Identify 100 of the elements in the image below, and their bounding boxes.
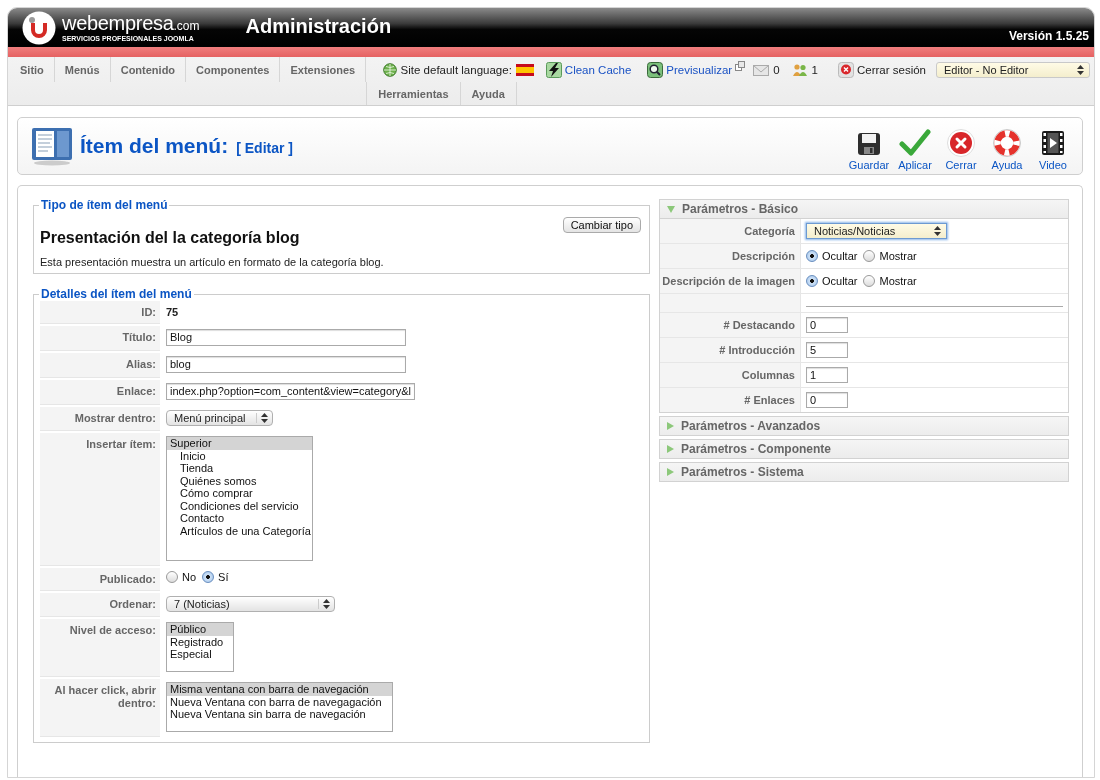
version-label: Versión 1.5.25 bbox=[1008, 29, 1089, 43]
list-option[interactable]: Misma ventana con barra de navegación bbox=[167, 683, 392, 696]
editor-select[interactable]: Editor - No Editor bbox=[936, 61, 1090, 78]
field-label: Mostrar dentro: bbox=[40, 407, 160, 431]
clean-cache-link[interactable]: Clean Cache bbox=[545, 61, 632, 78]
list-option[interactable]: Quiénes somos bbox=[167, 474, 312, 487]
message-count: 0 bbox=[773, 63, 780, 76]
close-icon bbox=[947, 129, 975, 157]
check-icon bbox=[899, 129, 931, 157]
menu-item[interactable]: Contenido bbox=[110, 57, 187, 82]
list-option[interactable]: Contacto bbox=[167, 512, 312, 525]
parameter-label: # Enlaces bbox=[660, 388, 801, 412]
list-option[interactable]: Público bbox=[167, 623, 234, 636]
list-option[interactable]: Cómo comprar bbox=[167, 487, 312, 500]
list-option[interactable]: Nueva Ventana con barra de navegagación bbox=[167, 695, 392, 708]
toolbar-button[interactable]: Cerrar bbox=[939, 127, 983, 171]
text-field[interactable]: 1 bbox=[806, 367, 848, 383]
dropdown[interactable]: Menú principal bbox=[166, 410, 273, 426]
menu-document-icon bbox=[30, 126, 74, 166]
radio-label: Ocultar bbox=[822, 275, 858, 287]
field-label: Ordenar: bbox=[40, 593, 160, 617]
envelope-icon bbox=[753, 62, 770, 77]
online-users-count: 1 bbox=[811, 63, 818, 76]
list-option[interactable]: Artículos de una Categoría bbox=[167, 524, 312, 537]
caret-icon bbox=[1077, 64, 1084, 75]
dropdown[interactable]: Noticias/Noticias bbox=[806, 223, 947, 239]
radio-label: No bbox=[182, 571, 197, 583]
text-field[interactable]: blog bbox=[166, 356, 406, 373]
lifebuoy-icon bbox=[993, 129, 1021, 157]
menu-item[interactable]: Ayuda bbox=[460, 82, 517, 105]
logo-icon bbox=[22, 10, 56, 45]
menu-item[interactable]: Menús bbox=[54, 57, 111, 82]
layout-title: Presentación del la categoría blog bbox=[40, 229, 300, 247]
list-box[interactable]: Superior Inicio Tienda Quiénes somos Cómo comprar Condiciones del servicio Contacto Artículos de una Categoría bbox=[166, 436, 313, 561]
field-label: Título: bbox=[40, 326, 160, 351]
text-field[interactable]: 5 bbox=[806, 342, 848, 358]
list-option[interactable]: Registrado bbox=[167, 635, 234, 648]
logo-text: webempresa bbox=[62, 13, 174, 33]
flag-icon bbox=[515, 63, 534, 76]
magnifier-icon bbox=[647, 61, 664, 78]
list-option[interactable]: Especial bbox=[167, 648, 234, 661]
field-label: Publicado: bbox=[40, 568, 160, 591]
preview-link[interactable]: Previsualizar bbox=[647, 61, 746, 78]
radio-button[interactable] bbox=[863, 250, 876, 262]
section-legend: Detalles del ítem del menú bbox=[39, 287, 194, 301]
radio-label: Ocultar bbox=[822, 250, 858, 262]
bolt-icon bbox=[545, 61, 562, 78]
menu-item[interactable]: Componentes bbox=[186, 57, 281, 82]
change-type-button[interactable]: Cambiar tipo bbox=[562, 217, 641, 233]
film-icon bbox=[1039, 129, 1067, 157]
accordion-header[interactable]: Parámetros - Básico bbox=[660, 200, 1068, 218]
parameter-label: Categoría bbox=[660, 219, 801, 243]
toolbar-button[interactable]: Video bbox=[1031, 127, 1075, 171]
layout-description: Esta presentación muestra un artículo en formato de la categoría blog. bbox=[40, 256, 385, 269]
menu-item[interactable]: Herramientas bbox=[367, 82, 461, 105]
toolbar-button[interactable]: Aplicar bbox=[893, 127, 937, 171]
parameter-label: # Destacando bbox=[660, 313, 801, 337]
new-window-icon bbox=[735, 60, 746, 71]
accordion-header[interactable]: Parámetros - Avanzados bbox=[660, 417, 1068, 435]
list-option[interactable]: Nueva Ventana sin barra de navegación bbox=[167, 708, 392, 721]
text-field[interactable]: 0 bbox=[806, 317, 848, 333]
page-subtitle: [ Editar ] bbox=[236, 139, 293, 156]
list-option[interactable]: Tienda bbox=[167, 462, 312, 475]
list-box[interactable]: Público Registrado Especial bbox=[166, 622, 235, 672]
radio-button[interactable] bbox=[202, 571, 215, 583]
header-title: Administración bbox=[245, 15, 392, 38]
radio-label: Mostrar bbox=[879, 250, 917, 262]
caret-icon bbox=[934, 226, 941, 236]
logo-domain: .com bbox=[173, 20, 200, 32]
parameter-label: Descripción bbox=[660, 244, 801, 268]
toolbar-button[interactable]: Guardar bbox=[847, 127, 891, 171]
page-title: Ítem del menú: bbox=[80, 134, 229, 158]
globe-icon bbox=[382, 62, 397, 77]
field-label: ID: bbox=[40, 301, 160, 324]
field-label: Nivel de acceso: bbox=[40, 619, 160, 677]
radio-button[interactable] bbox=[806, 250, 818, 262]
field-label: Enlace: bbox=[40, 380, 160, 405]
list-option[interactable]: Inicio bbox=[167, 449, 312, 462]
list-option[interactable]: Condiciones del servicio bbox=[167, 499, 312, 512]
radio-button[interactable] bbox=[166, 571, 178, 583]
menu-item[interactable]: Extensiones bbox=[280, 57, 367, 82]
field-label: Al hacer click, abrir dentro: bbox=[40, 679, 160, 737]
field-label: Insertar ítem: bbox=[40, 433, 160, 566]
dropdown[interactable]: 7 (Noticias) bbox=[166, 596, 335, 612]
radio-button[interactable] bbox=[806, 275, 818, 287]
toolbar-button[interactable]: Ayuda bbox=[985, 127, 1029, 171]
radio-label: Sí bbox=[218, 571, 229, 583]
list-option[interactable]: Superior bbox=[167, 437, 312, 450]
parameter-label: Descripción de la imagen bbox=[660, 269, 801, 293]
accordion-header[interactable]: Parámetros - Componente bbox=[660, 440, 1068, 458]
logout-link[interactable]: Cerrar sesión bbox=[837, 61, 926, 78]
text-field[interactable]: index.php?option=com_content&view=category&l bbox=[166, 383, 415, 400]
save-icon bbox=[856, 131, 882, 157]
list-box[interactable]: Misma ventana con barra de navegación Nueva Ventana con barra de navegagación Nueva Ventana sin barra de navegación bbox=[166, 682, 393, 732]
accordion-header[interactable]: Parámetros - Sistema bbox=[660, 463, 1068, 481]
text-field[interactable]: Blog bbox=[166, 329, 406, 346]
text-field[interactable]: 0 bbox=[806, 392, 848, 408]
language-label: Site default language: bbox=[400, 63, 512, 76]
menu-item[interactable]: Sitio bbox=[10, 57, 55, 82]
radio-button[interactable] bbox=[863, 275, 876, 287]
